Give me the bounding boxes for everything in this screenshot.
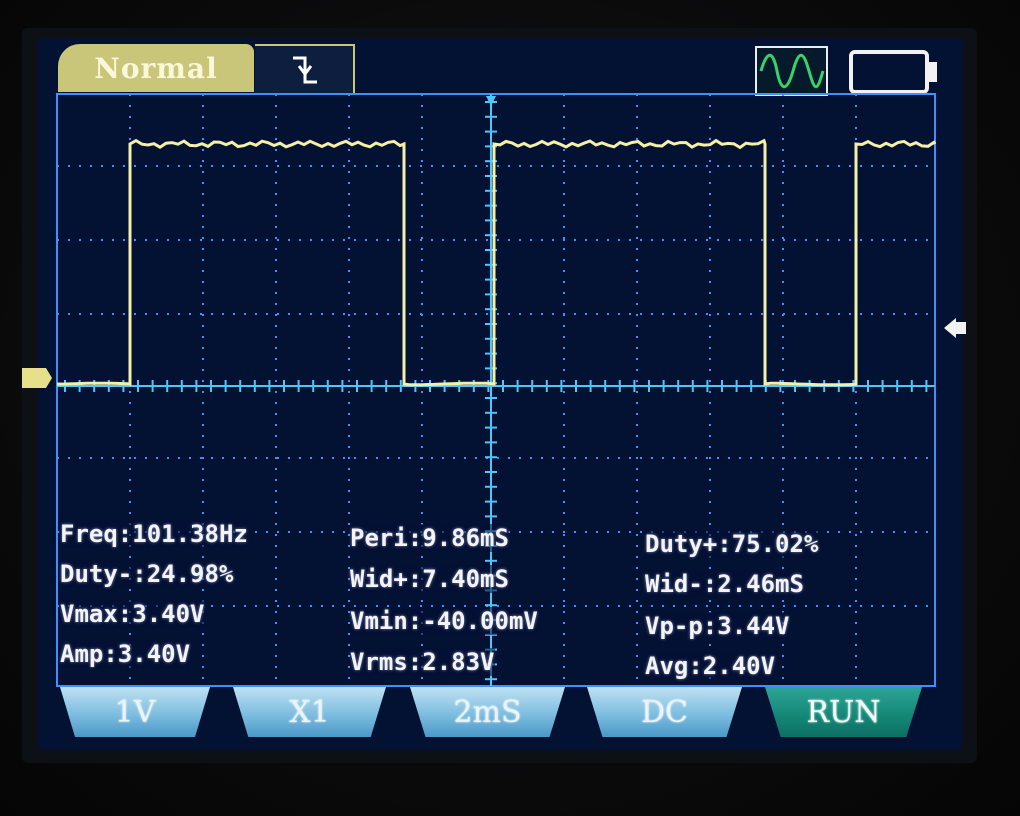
- run-stop-button[interactable]: RUN: [765, 687, 922, 737]
- signal-trace: [56, 138, 937, 387]
- time-per-div-button[interactable]: 2mS: [410, 687, 565, 737]
- period-readout: Peri:9.86mS: [350, 524, 509, 552]
- vmax-readout: Vmax:3.40V: [60, 600, 205, 628]
- run-stop-label: RUN: [806, 694, 881, 730]
- duty-negative-readout: Duty-:24.98%: [60, 560, 234, 588]
- freq-readout: Freq:101.38Hz: [60, 520, 248, 548]
- probe-multiplier-button[interactable]: X1: [233, 687, 386, 737]
- amp-readout: Amp:3.40V: [60, 640, 191, 668]
- vpp-readout: Vp-p:3.44V: [645, 612, 790, 640]
- coupling-button[interactable]: DC: [587, 687, 742, 737]
- volts-per-div-button[interactable]: 1V: [60, 687, 210, 737]
- avg-readout: Avg:2.40V: [645, 652, 776, 680]
- volts-per-div-label: 1V: [114, 694, 156, 730]
- probe-multiplier-label: X1: [289, 694, 330, 730]
- width-positive-readout: Wid+:7.40mS: [350, 565, 509, 593]
- time-per-div-label: 2mS: [453, 694, 522, 730]
- width-negative-readout: Wid-:2.46mS: [645, 570, 804, 598]
- vrms-readout: Vrms:2.83V: [350, 648, 495, 676]
- duty-positive-readout: Duty+:75.02%: [645, 530, 819, 558]
- trigger-level-marker: [944, 318, 966, 338]
- ground-level-marker: [22, 368, 52, 388]
- coupling-label: DC: [640, 694, 688, 730]
- vmin-readout: Vmin:-40.00mV: [350, 607, 538, 635]
